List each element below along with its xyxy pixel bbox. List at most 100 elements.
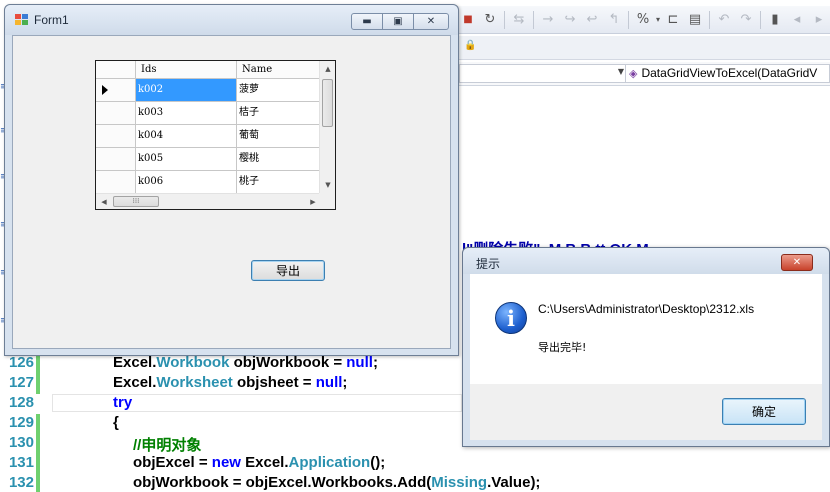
maximize-button[interactable]: ▣: [382, 13, 414, 30]
column-header-name[interactable]: Name: [237, 61, 321, 79]
message-box-dialog: 提示 ✕ i C:\Users\Administrator\Desktop\23…: [462, 247, 830, 447]
breakpoint-window-icon[interactable]: ⊏: [662, 10, 684, 30]
method-selector[interactable]: ◈ DataGridViewToExcel(DataGridV: [625, 64, 830, 83]
code-token: ;: [372, 354, 378, 371]
change-marker: [36, 414, 40, 434]
ok-button[interactable]: 确定: [722, 398, 806, 425]
prev-bookmark-icon[interactable]: ◂: [786, 10, 808, 30]
step-into-icon[interactable]: →: [537, 10, 559, 30]
message-box-title: 提示: [476, 257, 501, 271]
code-token: objWorkbook =: [229, 354, 347, 371]
export-path-text: C:\Users\Administrator\Desktop\2312.xls: [538, 302, 755, 316]
form1-title: Form1: [34, 13, 69, 27]
type-selector[interactable]: ▼: [459, 64, 627, 83]
minimize-icon: ▬: [362, 16, 372, 27]
code-text: //申明对象: [133, 434, 201, 455]
close-button[interactable]: ✕: [413, 13, 449, 30]
hex-display-icon[interactable]: %: [632, 10, 654, 30]
row-header[interactable]: [96, 79, 136, 102]
grid-cell-name[interactable]: 菠萝: [237, 79, 321, 102]
stop-icon[interactable]: ■: [457, 10, 479, 30]
restart-icon[interactable]: ↻: [479, 10, 501, 30]
toolbar-separator: [504, 10, 505, 29]
row-header[interactable]: [96, 148, 136, 171]
column-header-ids[interactable]: Ids: [136, 61, 237, 79]
code-token: Application: [288, 454, 371, 471]
message-box-titlebar[interactable]: 提示 ✕: [463, 248, 829, 274]
change-marker: [36, 374, 40, 394]
code-token: Workbook: [156, 354, 230, 371]
grid-cell-ids[interactable]: k005: [136, 148, 237, 171]
code-token: ();: [370, 454, 386, 471]
code-text: objWorkbook = objExcel.Workbooks.Add(Mis…: [133, 474, 540, 491]
message-box-footer: 确定: [470, 384, 822, 440]
show-next-statement-icon[interactable]: ⇆: [508, 10, 530, 30]
code-token: .Value);: [487, 474, 541, 491]
grid-cell-name[interactable]: 樱桃: [237, 148, 321, 171]
row-header[interactable]: [96, 102, 136, 125]
form1-titlebar[interactable]: Form1 ▬ ▣ ✕: [5, 5, 458, 35]
step-out-icon[interactable]: ↩: [581, 10, 603, 30]
grid-vertical-scrollbar[interactable]: ▲ ▼: [319, 61, 335, 193]
scroll-thumb-horizontal[interactable]: ⁞⁞⁞: [113, 196, 159, 207]
export-complete-text: 导出完毕!: [538, 341, 587, 354]
toolbar-separator: [709, 10, 710, 29]
toolbar-separator: [533, 10, 534, 29]
scroll-thumb[interactable]: [322, 79, 333, 127]
code-token: ;: [342, 374, 348, 391]
code-token: objsheet =: [232, 374, 316, 391]
code-token: Excel.: [113, 354, 157, 371]
change-marker: [36, 434, 40, 454]
method-icon: ◈: [629, 68, 638, 80]
grid-cell-ids[interactable]: k002: [136, 79, 237, 102]
step-back-icon[interactable]: ↰: [603, 10, 625, 30]
form-app-icon: [15, 14, 29, 26]
dropdown-arrow-icon[interactable]: ▾: [654, 10, 662, 30]
ide-document-tab-row: 🔒: [455, 36, 830, 60]
message-box-close-button[interactable]: ✕: [781, 254, 813, 271]
close-icon: ✕: [426, 16, 436, 27]
grid-cell-ids[interactable]: k003: [136, 102, 237, 125]
toolbar-separator: [760, 10, 761, 29]
code-text: Excel.Workbook objWorkbook = null;: [113, 354, 378, 371]
scroll-left-icon[interactable]: ◀: [96, 194, 112, 210]
export-button[interactable]: 导出: [251, 260, 325, 281]
line-number: 130: [8, 434, 34, 451]
code-token: //申明对象: [133, 437, 202, 454]
grid-corner-header[interactable]: [96, 61, 136, 79]
minimize-button[interactable]: ▬: [351, 13, 383, 30]
step-over-icon[interactable]: ↪: [559, 10, 581, 30]
scroll-down-icon[interactable]: ▼: [320, 177, 336, 193]
row-header[interactable]: [96, 171, 136, 194]
code-token: {: [113, 414, 119, 431]
maximize-icon: ▣: [393, 16, 403, 27]
grid-cell-name[interactable]: 桔子: [237, 102, 321, 125]
line-number: 132: [8, 474, 34, 491]
code-token: objExcel =: [133, 454, 212, 471]
scrollbar-corner: [319, 193, 335, 209]
comment-icon[interactable]: ↶: [713, 10, 735, 30]
grid-cell-ids[interactable]: k006: [136, 171, 237, 194]
form1-client-area: Ids Name k002 菠萝 k003 桔子 k004 葡萄 k005 樱桃 k006 桃子 …: [12, 35, 451, 349]
next-bookmark-icon[interactable]: ▸: [808, 10, 830, 30]
change-marker: [36, 454, 40, 474]
bookmark-icon[interactable]: ▮: [764, 10, 786, 30]
scroll-up-icon[interactable]: ▲: [320, 61, 336, 77]
code-line: 131 objExcel = new Excel.Application();: [0, 454, 830, 474]
row-header[interactable]: [96, 125, 136, 148]
grid-horizontal-scrollbar[interactable]: ◀ ⁞⁞⁞ ▶: [96, 193, 321, 209]
grid-cell-name[interactable]: 桃子: [237, 171, 321, 194]
data-grid-view[interactable]: Ids Name k002 菠萝 k003 桔子 k004 葡萄 k005 樱桃 k006 桃子 …: [95, 60, 336, 210]
grid-cell-ids[interactable]: k004: [136, 125, 237, 148]
code-line: 132 objWorkbook = objExcel.Workbooks.Add(…: [0, 474, 830, 492]
grid-cell-name[interactable]: 葡萄: [237, 125, 321, 148]
code-token: null: [315, 374, 343, 391]
code-text: {: [113, 414, 119, 431]
information-icon: i: [495, 302, 527, 334]
current-row-icon: [102, 85, 108, 95]
form1-window: Form1 ▬ ▣ ✕ Ids Name k002 菠萝 k003 桔子 k004 葡萄 k…: [4, 4, 459, 356]
uncomment-icon[interactable]: ↷: [735, 10, 757, 30]
output-window-icon[interactable]: ▤: [684, 10, 706, 30]
code-text: Excel.Worksheet objsheet = null;: [113, 374, 347, 391]
code-token: null: [346, 354, 373, 371]
